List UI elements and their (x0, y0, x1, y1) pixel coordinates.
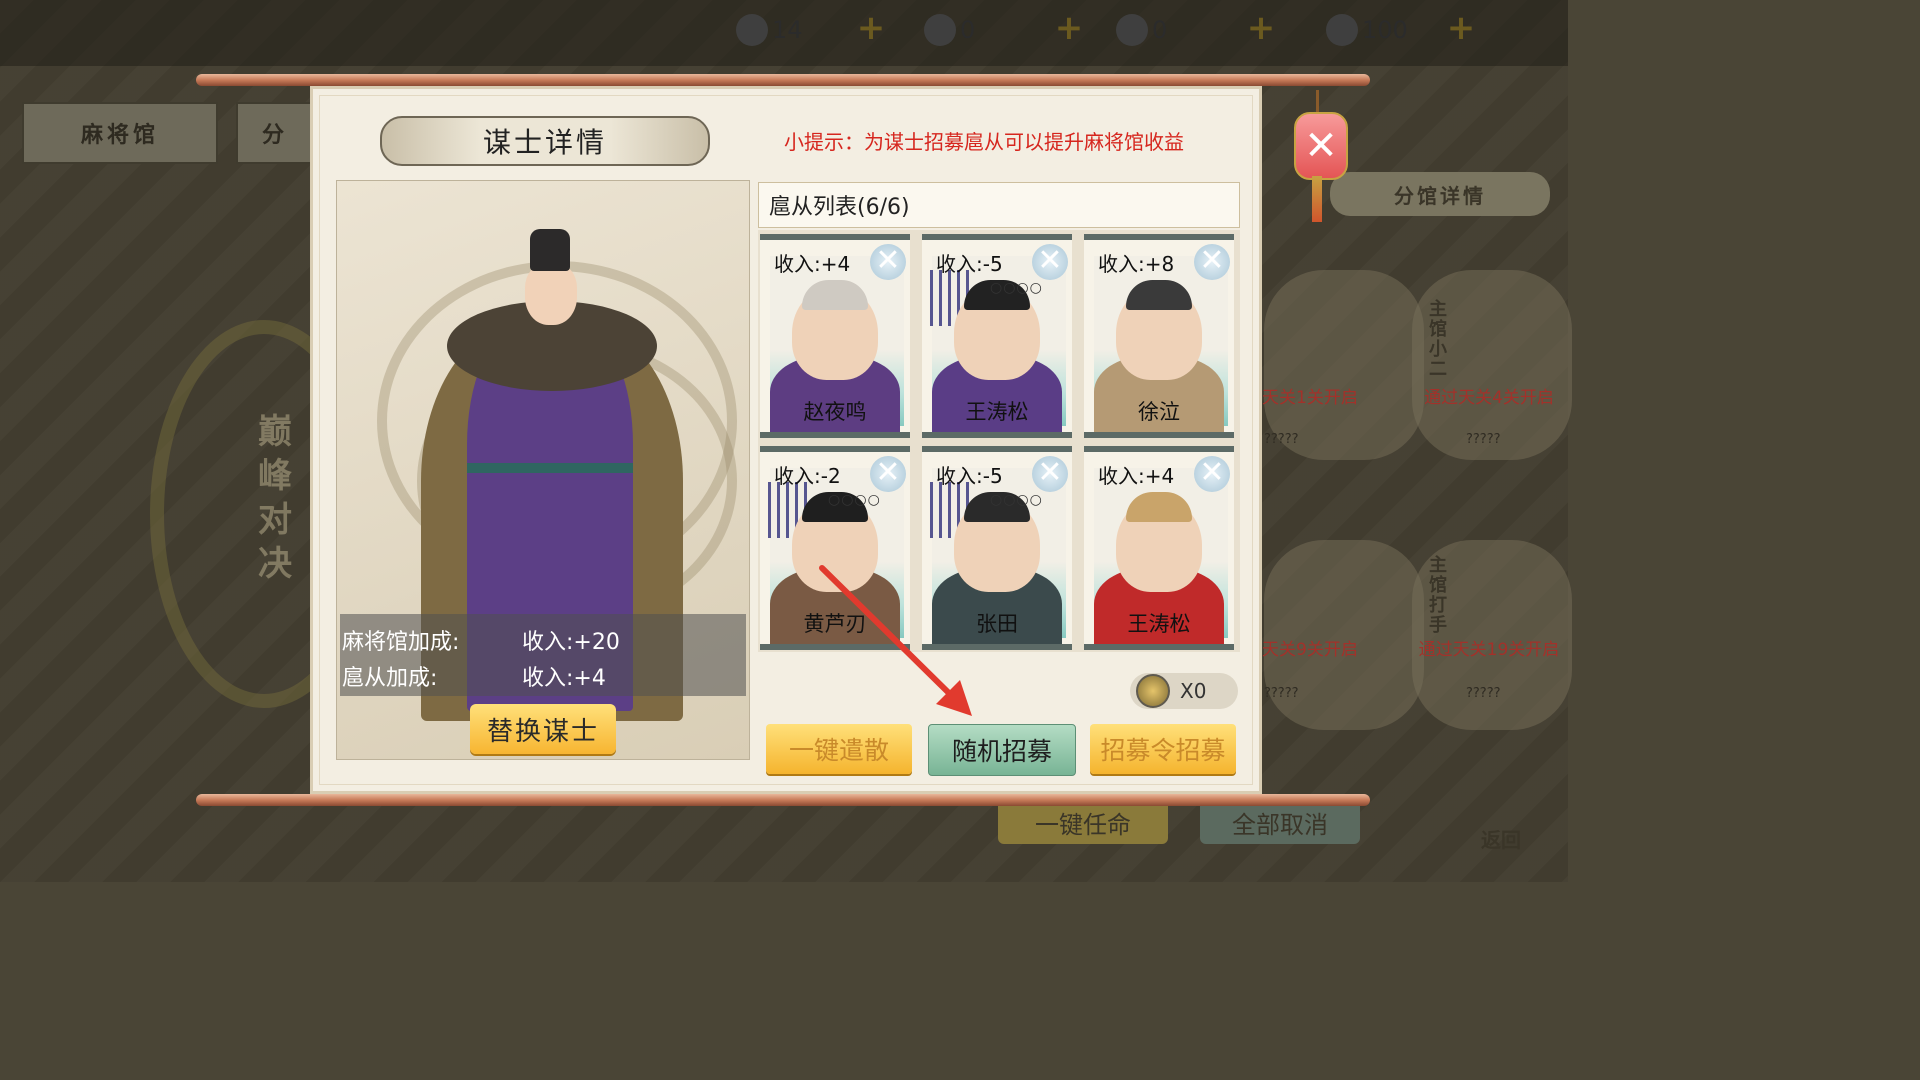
dismiss-follower-icon[interactable]: ✕ (870, 456, 906, 492)
follower-card[interactable]: 收入:+8 ✕ 徐泣 (1084, 234, 1234, 438)
follower-card[interactable]: 收入:-5 ○○○○ ✕ 王涛松 (922, 234, 1072, 438)
resource-value: 0 (960, 16, 976, 44)
branch-details-title: 分馆详情 (1330, 172, 1550, 216)
dialog-title: 谋士详情 (380, 116, 710, 166)
advisor-belt (467, 463, 633, 473)
stat-label: 麻将馆加成: (342, 630, 460, 655)
recruit-token-counter: X0 (1130, 673, 1238, 709)
dismiss-follower-icon[interactable]: ✕ (1032, 456, 1068, 492)
bg-slot-card (1264, 540, 1424, 730)
recruit-token-icon (1136, 674, 1170, 708)
token-recruit-button[interactable]: 招募令招募 (1090, 724, 1236, 774)
stat-value: 收入:+4 (522, 666, 606, 691)
resource-bone: 14 + (736, 10, 886, 50)
unlock-hint: 天关1关开启 (1262, 388, 1358, 408)
dismiss-follower-icon[interactable]: ✕ (870, 244, 906, 280)
follower-income: 收入:+4 (774, 252, 851, 276)
lantern-tassel (1312, 176, 1322, 222)
follower-card[interactable]: 收入:+4 ✕ 赵夜鸣 (760, 234, 910, 438)
slot-role-label: 主馆小二 (1429, 299, 1447, 380)
bone-icon (736, 14, 768, 46)
add-resource-button[interactable]: + (1246, 11, 1276, 45)
peak-duel-label: 巅峰对决 (258, 412, 292, 584)
dismiss-all-button[interactable]: 一键遣散 (766, 724, 912, 774)
slot-role-label: 主馆打手 (1429, 555, 1447, 636)
advisor-stats: 麻将馆加成: 收入:+20 扈从加成: 收入:+4 (340, 614, 746, 696)
random-recruit-button[interactable]: 随机招募 (928, 724, 1076, 776)
tip-text: 小提示：为谋士招募扈从可以提升麻将馆收益 (784, 130, 1184, 154)
dots-icon: ○○○○ (828, 492, 881, 508)
unknown-value: ????? (1466, 432, 1501, 447)
tab-branch[interactable]: 分 (236, 102, 314, 164)
appoint-all-button[interactable]: 一键任命 (998, 800, 1168, 844)
add-resource-button[interactable]: + (1446, 11, 1476, 45)
follower-card[interactable]: 收入:+4 ✕ 王涛松 (1084, 446, 1234, 650)
unlock-hint: 天关9关开启 (1262, 640, 1358, 660)
tab-mahjong-hall[interactable]: 麻将馆 (22, 102, 218, 164)
follower-name: 徐泣 (1138, 400, 1180, 424)
resource-ingot: 0 + (1116, 10, 1276, 50)
stat-value: 收入:+20 (522, 630, 620, 655)
follower-income: 收入:+8 (1098, 252, 1175, 276)
scroll-rod-bottom (196, 794, 1370, 806)
back-button[interactable]: 返回 (1466, 816, 1536, 860)
follower-name: 张田 (976, 612, 1018, 636)
advisor-hat (530, 229, 570, 271)
resource-value: 14 (772, 16, 803, 44)
dismiss-follower-icon[interactable]: ✕ (1194, 456, 1230, 492)
swirl-icon (924, 14, 956, 46)
stat-row: 麻将馆加成: 收入:+20 (342, 624, 742, 656)
follower-card[interactable]: 收入:-5 ○○○○ ✕ 张田 (922, 446, 1072, 650)
follower-income: 收入:+4 (1098, 464, 1175, 488)
unlock-hint: 通过天关19关开启 (1418, 640, 1560, 660)
follower-list-title: 扈从列表(6/6) (758, 182, 1240, 228)
follower-income: 收入:-5 (936, 464, 1003, 488)
dismiss-follower-icon[interactable]: ✕ (1032, 244, 1068, 280)
close-icon: ✕ (1304, 123, 1338, 169)
dots-icon: ○○○○ (990, 280, 1043, 296)
replace-advisor-button[interactable]: 替换谋士 (470, 704, 616, 754)
unknown-value: ????? (1466, 686, 1501, 701)
cancel-all-button[interactable]: 全部取消 (1200, 800, 1360, 844)
unknown-value: ????? (1264, 686, 1299, 701)
follower-name: 赵夜鸣 (803, 400, 867, 424)
stat-row: 扈从加成: 收入:+4 (342, 660, 742, 692)
scroll-rod-top (196, 74, 1370, 86)
ingot-icon (1116, 14, 1148, 46)
advisor-face (525, 263, 577, 325)
add-resource-button[interactable]: + (1054, 11, 1084, 45)
follower-name: 王涛松 (965, 400, 1029, 424)
follower-name: 王涛松 (1127, 612, 1191, 636)
follower-name: 黄芦刃 (803, 612, 867, 636)
dots-icon: ○○○○ (990, 492, 1043, 508)
dismiss-follower-icon[interactable]: ✕ (1194, 244, 1230, 280)
follower-card[interactable]: 收入:-2 ○○○○ ✕ 黄芦刃 (760, 446, 910, 650)
unknown-value: ????? (1264, 432, 1299, 447)
unlock-hint: 通过天关4关开启 (1424, 388, 1554, 408)
close-button[interactable]: ✕ (1294, 112, 1348, 180)
resource-swirl: 0 + (924, 10, 1084, 50)
stat-label: 扈从加成: (342, 666, 438, 691)
follower-income: 收入:-5 (936, 252, 1003, 276)
add-resource-button[interactable]: + (856, 11, 886, 45)
resource-bottle: 100 + (1326, 10, 1476, 50)
lantern-string (1316, 90, 1319, 114)
resource-value: 0 (1152, 16, 1168, 44)
recruit-token-count: X0 (1180, 679, 1207, 703)
bottle-icon (1326, 14, 1358, 46)
resource-value: 100 (1362, 16, 1408, 44)
follower-income: 收入:-2 (774, 464, 841, 488)
